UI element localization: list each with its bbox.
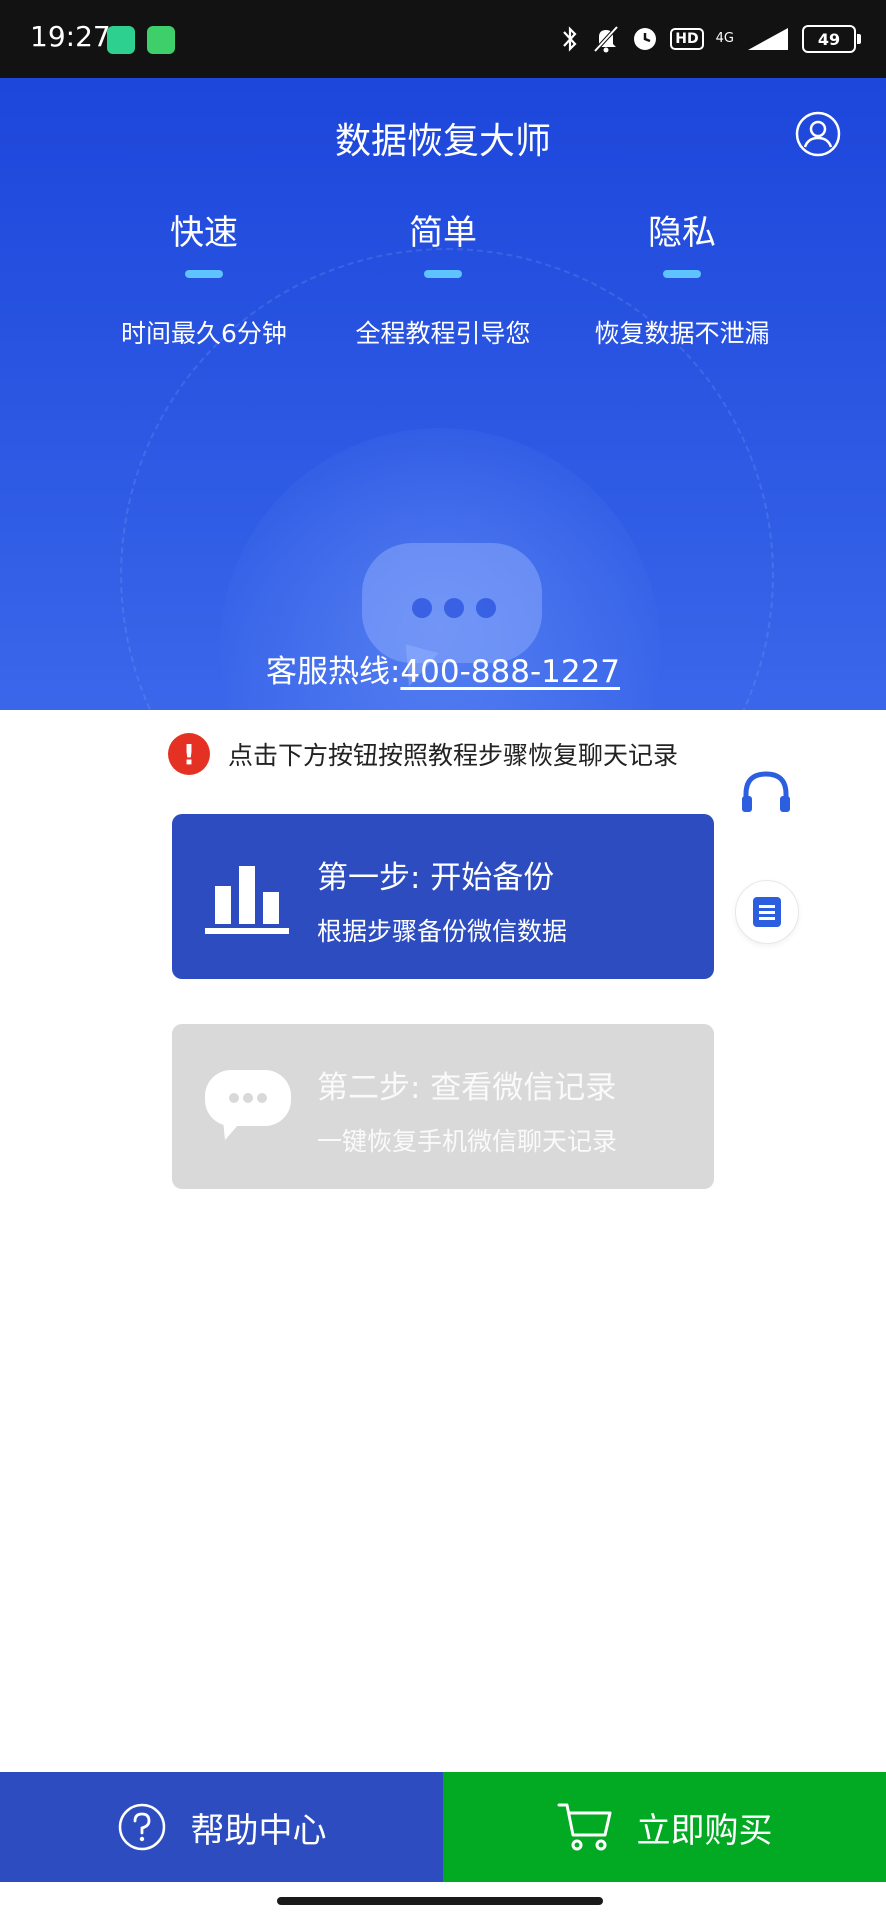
hotline-label: 客服热线: — [265, 654, 401, 690]
battery-icon: 49 — [802, 25, 861, 53]
bar-chart-icon — [205, 866, 289, 934]
step-subtitle: 根据步骤备份微信数据 — [317, 917, 568, 946]
clock-icon — [634, 28, 657, 50]
status-time: 19:27 — [30, 20, 111, 53]
note-icon — [753, 897, 781, 927]
cart-icon — [557, 1803, 611, 1851]
help-center-button[interactable]: 帮助中心 — [0, 1772, 443, 1882]
chat-dots-decoration — [412, 598, 496, 618]
feature-subtitle: 恢复数据不泄漏 — [594, 319, 770, 348]
hd-badge: HD — [670, 28, 704, 50]
status-icons: HD 4G 49 — [560, 22, 861, 56]
headset-icon[interactable] — [740, 768, 792, 816]
step-title: 第一步: 开始备份 — [317, 860, 555, 896]
feature-privacy: 隐私 恢复数据不泄漏 — [562, 205, 802, 350]
step-title: 第二步: 查看微信记录 — [317, 1070, 617, 1106]
note-button[interactable] — [735, 880, 799, 944]
feature-underline — [424, 270, 462, 278]
feature-title: 隐私 — [648, 213, 716, 253]
notice-text: 点击下方按钮按照教程步骤恢复聊天记录 — [228, 741, 679, 770]
customer-hotline: 客服热线:400-888-1227 — [0, 646, 886, 691]
feature-subtitle: 全程教程引导您 — [355, 319, 531, 348]
chat-bubble-icon — [205, 1070, 291, 1140]
status-bar: 19:27 HD 4G 49 — [0, 0, 886, 78]
wrench-app-icon — [147, 26, 175, 54]
hotline-number-link[interactable]: 400-888-1227 — [400, 654, 620, 690]
bluetooth-icon — [563, 26, 577, 52]
feature-underline — [185, 270, 223, 278]
signal-icon — [748, 28, 788, 50]
buy-now-button[interactable]: 立即购买 — [443, 1772, 886, 1882]
shield-app-icon — [107, 26, 135, 54]
alert-icon: ! — [168, 733, 210, 775]
feature-fast: 快速 时间最久6分钟 — [84, 205, 324, 350]
feature-subtitle: 时间最久6分钟 — [121, 319, 287, 348]
feature-underline — [663, 270, 701, 278]
feature-title: 简单 — [409, 213, 477, 253]
home-indicator[interactable] — [277, 1897, 603, 1905]
feature-simple: 简单 全程教程引导您 — [323, 205, 563, 350]
user-circle-icon[interactable] — [795, 111, 841, 157]
step-1-card[interactable]: 第一步: 开始备份 根据步骤备份微信数据 — [172, 814, 714, 979]
step-subtitle: 一键恢复手机微信聊天记录 — [317, 1127, 618, 1156]
mute-bell-icon — [593, 25, 619, 53]
step-2-card[interactable]: 第二步: 查看微信记录 一键恢复手机微信聊天记录 — [172, 1024, 714, 1189]
instruction-notice: ! 点击下方按钮按照教程步骤恢复聊天记录 — [168, 732, 678, 776]
page-title: 数据恢复大师 — [334, 121, 551, 162]
help-center-label: 帮助中心 — [190, 1810, 327, 1851]
feature-title: 快速 — [170, 213, 238, 253]
buy-now-label: 立即购买 — [636, 1810, 773, 1851]
network-label: 4G — [715, 31, 734, 46]
help-icon — [118, 1803, 165, 1851]
hero-banner — [0, 78, 886, 710]
